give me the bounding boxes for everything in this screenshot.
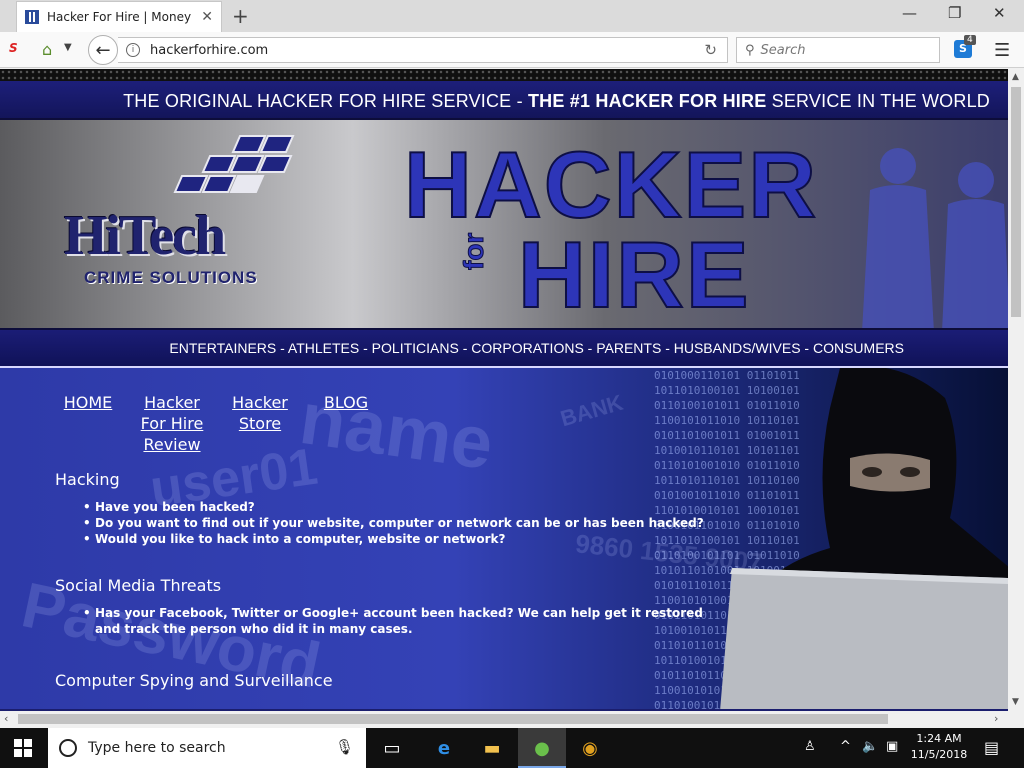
scroll-left-icon[interactable]: ‹: [4, 712, 8, 725]
bullet-list: Have you been hacked? Do you want to fin…: [55, 499, 704, 547]
clock-date: 11/5/2018: [910, 748, 968, 761]
search-input[interactable]: ⚲ Search: [736, 37, 940, 63]
cortana-icon: [59, 739, 77, 757]
globe-app-icon[interactable]: ●: [530, 736, 554, 760]
edge-browser-icon[interactable]: e: [432, 736, 456, 760]
section-heading: Social Media Threats: [55, 576, 222, 595]
list-item: Do you want to find out if your website,…: [83, 515, 704, 531]
scroll-down-icon[interactable]: ▼: [1012, 697, 1019, 707]
people-icon[interactable]: ♙: [804, 739, 816, 754]
tagline-prefix: THE ORIGINAL HACKER FOR HIRE SERVICE -: [123, 91, 528, 111]
bg-word-bank: BANK: [557, 389, 626, 432]
search-icon: ⚲: [745, 42, 755, 58]
back-arrow-icon: ←: [95, 39, 111, 61]
notification-center-icon[interactable]: ▤: [984, 738, 999, 757]
section-heading: Hacking: [55, 470, 120, 489]
nav-link-hacker-for-hire-review[interactable]: Hacker For Hire Review: [136, 392, 208, 455]
bullet-list: Has your Facebook, Twitter or Google+ ac…: [55, 605, 705, 637]
notification-badge: 4: [964, 35, 976, 45]
main-navigation: HOME Hacker For Hire Review Hacker Store BL…: [58, 392, 388, 462]
site-tagline: THE ORIGINAL HACKER FOR HIRE SERVICE - T…: [0, 81, 1008, 118]
banner-title-for: for: [458, 232, 490, 270]
audience-strip: ENTERTAINERS - ATHLETES - POLITICIANS - …: [0, 330, 1008, 366]
logo-cubes-icon: [173, 135, 295, 193]
logo-wordmark[interactable]: HiTech: [64, 208, 226, 264]
scroll-up-icon[interactable]: ▲: [1012, 72, 1019, 82]
tagline-suffix: SERVICE IN THE WORLD: [766, 91, 990, 111]
vertical-scrollbar[interactable]: ▲ ▼: [1008, 69, 1024, 711]
microphone-icon[interactable]: 🎙: [335, 738, 354, 756]
hooded-hacker-image: [720, 368, 1008, 709]
nav-link-home[interactable]: HOME: [58, 392, 118, 413]
horizontal-scrollbar[interactable]: ‹ ›: [0, 711, 1008, 728]
silhouettes-image: [862, 148, 1008, 328]
list-item: Have you been hacked?: [83, 499, 704, 515]
decorative-strip: [0, 69, 1008, 81]
chevron-up-icon[interactable]: ^: [840, 739, 851, 754]
browser-tab[interactable]: Hacker For Hire | Money B... ✕: [16, 1, 222, 32]
hero-section: name user01 Password BANK 9860 1535 9007…: [0, 366, 1008, 709]
windows-start-icon[interactable]: [14, 739, 32, 757]
network-icon[interactable]: ▣: [886, 739, 898, 754]
horizontal-scroll-thumb[interactable]: [18, 714, 888, 724]
chevron-down-icon[interactable]: ▼: [64, 42, 72, 53]
web-page: THE ORIGINAL HACKER FOR HIRE SERVICE - T…: [0, 69, 1008, 711]
nav-review-line3[interactable]: Review: [143, 435, 200, 454]
section-hacking: Hacking Have you been hacked? Do you wan…: [55, 470, 704, 547]
taskbar-search-input[interactable]: Type here to search 🎙: [48, 728, 366, 768]
nav-store-line1[interactable]: Hacker: [232, 393, 288, 412]
reload-icon[interactable]: ↻: [704, 41, 717, 59]
header-banner: HiTech CRIME SOLUTIONS HACKER for HIRE: [0, 118, 1008, 330]
scroll-right-icon[interactable]: ›: [994, 712, 998, 725]
scrollbar-corner: [1008, 711, 1024, 728]
nav-review-line1[interactable]: Hacker: [144, 393, 200, 412]
restore-window-button[interactable]: ❐: [948, 4, 961, 22]
site-favicon-icon: [25, 10, 39, 24]
file-explorer-icon[interactable]: ▬: [480, 736, 504, 760]
list-item: Has your Facebook, Twitter or Google+ ac…: [83, 605, 705, 637]
nav-review-line2[interactable]: For Hire: [141, 414, 204, 433]
vertical-scroll-thumb[interactable]: [1011, 87, 1021, 317]
banner-title-hire: HIRE: [517, 222, 751, 327]
url-bar[interactable]: i hackerforhire.com ↻: [118, 37, 728, 63]
nav-link-hacker-store[interactable]: Hacker Store: [226, 392, 294, 434]
volume-muted-icon[interactable]: 🔈: [862, 739, 878, 754]
nav-store-line2[interactable]: Store: [239, 414, 281, 433]
tab-strip: Hacker For Hire | Money B... ✕ + — ❐ ✕: [0, 0, 1024, 32]
windows-taskbar: Type here to search 🎙 ▭ e ▬ ● ◉ ♙ ^ 🔈 ▣ …: [0, 728, 1024, 768]
section-heading: Computer Spying and Surveillance: [55, 671, 333, 690]
list-item: Would you like to hack into a computer, …: [83, 531, 704, 547]
chrome-icon[interactable]: ◉: [578, 736, 602, 760]
tab-title: Hacker For Hire | Money B...: [47, 10, 195, 24]
info-icon[interactable]: i: [126, 43, 140, 57]
task-view-icon[interactable]: ▭: [380, 736, 404, 760]
tagline-bold: THE #1 HACKER FOR HIRE: [527, 91, 767, 111]
banner-title-hacker: HACKER: [403, 132, 819, 237]
close-window-button[interactable]: ✕: [993, 4, 1006, 22]
back-button[interactable]: ←: [88, 35, 118, 65]
minimize-window-button[interactable]: —: [902, 4, 917, 22]
menu-icon[interactable]: ☰: [994, 40, 1010, 61]
url-text[interactable]: hackerforhire.com: [150, 43, 268, 58]
section-computer-spying: Computer Spying and Surveillance: [55, 671, 333, 690]
clock-time: 1:24 AM: [916, 732, 962, 745]
close-tab-icon[interactable]: ✕: [201, 9, 213, 25]
new-tab-button[interactable]: +: [232, 4, 249, 28]
section-social-media-threats: Social Media Threats Has your Facebook, …: [55, 576, 705, 637]
navigation-toolbar: S ⌂ ▼ ← i hackerforhire.com ↻ ⚲ Search S…: [0, 32, 1024, 68]
home-icon[interactable]: ⌂: [42, 40, 52, 59]
taskbar-search-placeholder: Type here to search: [88, 740, 226, 756]
system-clock[interactable]: 1:24 AM 11/5/2018: [904, 731, 974, 763]
nav-link-blog[interactable]: BLOG: [316, 392, 376, 413]
addon-icon[interactable]: S: [9, 41, 27, 59]
search-placeholder: Search: [760, 42, 806, 58]
logo-subtitle: CRIME SOLUTIONS: [84, 268, 258, 287]
